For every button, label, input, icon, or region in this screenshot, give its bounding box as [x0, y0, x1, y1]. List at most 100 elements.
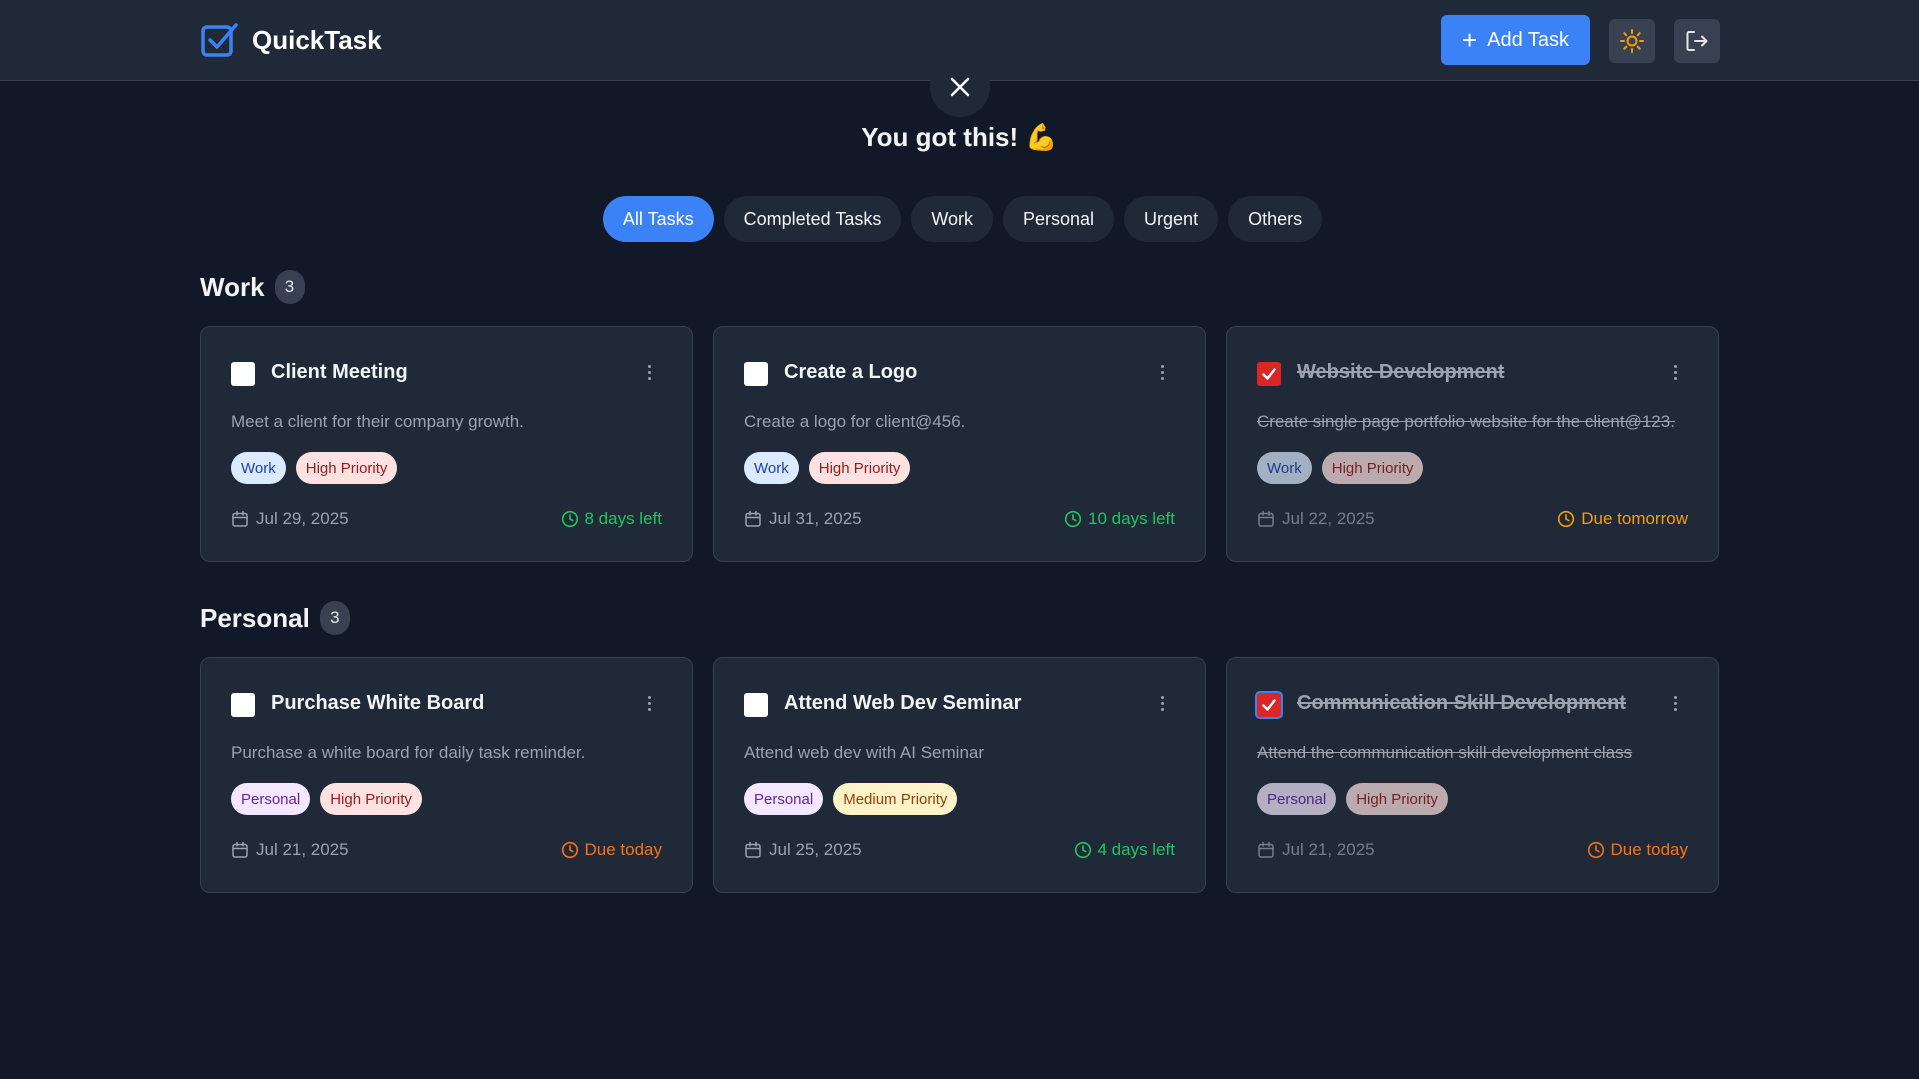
priority-tag: High Priority	[1321, 452, 1424, 484]
task-title: Client Meeting	[271, 361, 408, 383]
add-task-button[interactable]: + Add Task	[1441, 15, 1590, 65]
calendar-icon	[1258, 841, 1274, 858]
clock-icon	[561, 510, 578, 528]
task-title: Attend Web Dev Seminar	[784, 692, 1022, 714]
category-tag: Work	[1257, 452, 1312, 484]
due-status: 10 days left	[1064, 509, 1175, 529]
due-text: 8 days left	[584, 509, 663, 528]
logout-button[interactable]	[1674, 19, 1720, 63]
checkbox-logo-icon	[201, 23, 238, 57]
category-tag: Personal	[744, 783, 824, 815]
task-checkbox[interactable]	[744, 693, 768, 717]
date-text: Jul 21, 2025	[1282, 840, 1375, 859]
task-card[interactable]: Website Development Create single page p…	[1226, 326, 1719, 562]
filter-completed-tasks[interactable]: Completed Tasks	[723, 196, 902, 242]
task-grid-personal: Purchase White Board Purchase a white bo…	[200, 657, 1719, 893]
task-card[interactable]: Create a Logo Create a logo for client@4…	[713, 326, 1206, 562]
clock-icon	[561, 841, 578, 859]
task-checkbox[interactable]	[231, 693, 255, 717]
priority-tag: High Priority	[320, 783, 422, 815]
task-card[interactable]: Purchase White Board Purchase a white bo…	[200, 657, 693, 893]
plus-icon: +	[1461, 25, 1478, 55]
task-checkbox-checked[interactable]	[1257, 362, 1281, 386]
section-header-personal: Personal 3	[200, 601, 350, 635]
task-description: Meet a client for their company growth.	[231, 412, 524, 431]
task-title: Website Development	[1297, 361, 1505, 383]
priority-tag: Medium Priority	[833, 783, 958, 815]
checkmark-icon	[1262, 699, 1276, 711]
sun-icon	[1620, 29, 1644, 53]
filter-work[interactable]: Work	[911, 196, 993, 242]
more-options-icon[interactable]	[644, 692, 654, 714]
task-due-date: Jul 25, 2025	[744, 840, 862, 860]
close-button[interactable]	[930, 57, 990, 117]
priority-tag: High Priority	[1346, 783, 1448, 815]
category-tag: Work	[744, 452, 799, 484]
task-title: Create a Logo	[784, 361, 918, 383]
section-count-badge: 3	[274, 270, 305, 304]
clock-icon	[1558, 510, 1575, 528]
clock-icon	[1587, 841, 1604, 859]
task-due-date: Jul 29, 2025	[231, 509, 349, 529]
priority-tag: High Priority	[295, 452, 398, 484]
logout-icon	[1686, 31, 1708, 51]
due-status: Due today	[1587, 840, 1689, 860]
task-checkbox-checked[interactable]	[1257, 693, 1281, 717]
due-status: 8 days left	[561, 509, 663, 529]
clock-icon	[1064, 510, 1082, 528]
due-text: Due today	[1610, 840, 1689, 859]
calendar-icon	[745, 841, 761, 858]
date-text: Jul 25, 2025	[769, 840, 862, 859]
calendar-icon	[1258, 510, 1274, 527]
due-status: Due tomorrow	[1557, 509, 1688, 529]
section-header-work: Work 3	[200, 270, 305, 304]
section-count-badge: 3	[319, 601, 350, 635]
task-checkbox[interactable]	[744, 362, 768, 386]
section-title: Personal	[200, 602, 310, 633]
date-text: Jul 31, 2025	[769, 509, 862, 528]
due-status: Due today	[561, 840, 663, 860]
task-due-date: Jul 21, 2025	[1257, 840, 1375, 860]
filter-urgent[interactable]: Urgent	[1124, 196, 1219, 242]
task-grid-work: Client Meeting Meet a client for their c…	[200, 326, 1719, 562]
date-text: Jul 22, 2025	[1282, 509, 1375, 528]
app-logo[interactable]: QuickTask	[200, 20, 382, 60]
task-description: Purchase a white board for daily task re…	[231, 743, 586, 762]
due-text: 10 days left	[1088, 509, 1175, 528]
calendar-icon	[745, 510, 761, 527]
task-due-date: Jul 31, 2025	[744, 509, 862, 529]
filter-tabs: All Tasks Completed Tasks Work Personal …	[0, 196, 1919, 242]
more-options-icon[interactable]	[1670, 692, 1680, 714]
app-name: QuickTask	[252, 24, 382, 55]
more-options-icon[interactable]	[1157, 692, 1167, 714]
due-text: Due today	[584, 840, 663, 859]
theme-toggle-button[interactable]	[1609, 19, 1655, 63]
add-task-label: Add Task	[1487, 28, 1570, 51]
priority-tag: High Priority	[808, 452, 911, 484]
filter-all-tasks[interactable]: All Tasks	[602, 196, 714, 242]
category-tag: Work	[231, 452, 286, 484]
motivation-message: You got this! 💪	[861, 122, 1058, 152]
task-due-date: Jul 22, 2025	[1257, 509, 1375, 529]
task-due-date: Jul 21, 2025	[231, 840, 349, 860]
section-title: Work	[200, 271, 265, 302]
more-options-icon[interactable]	[644, 361, 654, 383]
close-icon	[950, 77, 970, 97]
more-options-icon[interactable]	[1157, 361, 1167, 383]
task-checkbox[interactable]	[231, 362, 255, 386]
task-card[interactable]: Communication Skill Development Attend t…	[1226, 657, 1719, 893]
category-tag: Personal	[1257, 783, 1337, 815]
more-options-icon[interactable]	[1670, 361, 1680, 383]
task-description: Attend web dev with AI Seminar	[744, 743, 985, 762]
task-description: Attend the communication skill developme…	[1257, 743, 1633, 762]
task-card[interactable]: Client Meeting Meet a client for their c…	[200, 326, 693, 562]
filter-others[interactable]: Others	[1228, 196, 1323, 242]
filter-personal[interactable]: Personal	[1003, 196, 1115, 242]
task-description: Create a logo for client@456.	[744, 412, 966, 431]
task-card[interactable]: Attend Web Dev Seminar Attend web dev wi…	[713, 657, 1206, 893]
due-status: 4 days left	[1074, 840, 1175, 860]
clock-icon	[1074, 841, 1091, 859]
date-text: Jul 29, 2025	[256, 509, 349, 528]
calendar-icon	[232, 510, 248, 527]
date-text: Jul 21, 2025	[256, 840, 349, 859]
